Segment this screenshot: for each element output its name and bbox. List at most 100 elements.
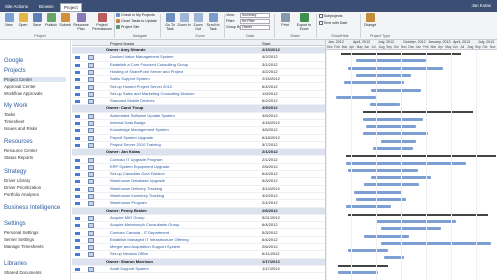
- change-button[interactable]: Change: [363, 13, 377, 27]
- sidebar-item-project-center[interactable]: Project Center: [3, 77, 66, 82]
- project-name[interactable]: ERP System Equipment Upgrade: [110, 164, 260, 171]
- sidebar-item-issues-risks[interactable]: Issues and Risks: [4, 126, 37, 131]
- zoom-out-button[interactable]: Zoom Out: [191, 13, 205, 31]
- table-row[interactable]: Set-up Nevada Office 6/11/2012: [72, 251, 325, 259]
- project-name[interactable]: Contoso IT Upgrade Program: [110, 157, 260, 164]
- project-name[interactable]: Internal Data Badge: [110, 120, 260, 127]
- print-button[interactable]: Print: [277, 13, 293, 27]
- close-tasks-button[interactable]: Close Tasks to Update: [116, 19, 157, 24]
- project-name[interactable]: Standard Mobile Devices: [110, 98, 260, 105]
- gantt-bar[interactable]: [381, 241, 491, 245]
- sidebar-business-intelligence[interactable]: Business Intelligence: [4, 205, 60, 211]
- project-name[interactable]: Set-up Canadian Govt Division: [110, 171, 260, 178]
- project-name[interactable]: Automated Software Update System: [110, 113, 260, 120]
- gantt-bar[interactable]: [348, 66, 443, 70]
- project-name[interactable]: Merger and Acquisition Support System: [110, 244, 260, 251]
- tab-site-actions[interactable]: Site Actions: [2, 3, 31, 12]
- owner-group-row[interactable]: Owner: Amy Strande 2/15/2012: [72, 47, 325, 55]
- table-row[interactable]: Establish a Core Focused Consulting Grou…: [72, 62, 325, 69]
- gantt-bar[interactable]: [373, 146, 413, 150]
- gantt-summary-bar[interactable]: [346, 155, 496, 158]
- gantt-bar[interactable]: [370, 103, 400, 107]
- owner-group-row[interactable]: Owner: Penny Brahm 2/6/2012: [72, 207, 325, 215]
- gantt-bar[interactable]: [348, 168, 418, 172]
- tab-browse[interactable]: Browse: [36, 3, 57, 12]
- table-row[interactable]: Set-up Canadian Govt Division 6/4/2012: [72, 171, 325, 179]
- table-row[interactable]: Project Server 2010 Training 5/7/2012: [72, 142, 325, 150]
- sidebar-projects[interactable]: Projects: [4, 68, 26, 74]
- sidebar-item-driver-prioritization[interactable]: Driver Prioritization: [4, 185, 41, 190]
- gantt-bar[interactable]: [364, 234, 409, 238]
- view-select[interactable]: Summary: [240, 13, 270, 18]
- column-project-name[interactable]: Project Name: [110, 41, 134, 46]
- sidebar-item-resource-center[interactable]: Resource Center: [4, 148, 37, 153]
- sidebar-libraries[interactable]: Libraries: [4, 261, 27, 267]
- project-name[interactable]: Hosting of SharePoint Server and Project: [110, 69, 260, 76]
- gantt-bar[interactable]: [356, 73, 411, 77]
- project-name[interactable]: Establish Managed IT Infrastructure Offe…: [110, 237, 260, 244]
- table-row[interactable]: Standard Mobile Devices 6/2/2012: [72, 98, 325, 106]
- sidebar-item-approval-center[interactable]: Approval Center: [4, 84, 36, 89]
- sidebar-settings[interactable]: Settings: [4, 221, 26, 227]
- gantt-bar[interactable]: [371, 88, 421, 92]
- check-in-projects-button[interactable]: Check in My Projects: [116, 13, 155, 18]
- gantt-bar[interactable]: [356, 59, 426, 63]
- project-name[interactable]: Set-up Sales and Marketing Consulting Di…: [110, 91, 260, 98]
- table-row[interactable]: Acquire MIO Group 5/21/2012: [72, 215, 325, 223]
- table-row[interactable]: Establish Managed IT Infrastructure Offe…: [72, 237, 325, 245]
- scroll-to-task-button[interactable]: Scroll to Task: [205, 13, 221, 31]
- new-button[interactable]: New: [2, 13, 16, 27]
- sidebar-item-status-reports[interactable]: Status Reports: [4, 155, 33, 160]
- sidebar-item-portfolio-analyses[interactable]: Portfolio Analyses: [4, 192, 39, 197]
- submit-button[interactable]: Submit: [58, 13, 72, 27]
- gantt-summary-bar[interactable]: [338, 264, 388, 267]
- sidebar-item-shared-documents[interactable]: Shared Documents: [4, 270, 42, 275]
- table-row[interactable]: Warehouse Inventory Tracking 4/2/2012: [72, 193, 325, 201]
- gantt-bar[interactable]: [336, 95, 376, 99]
- user-name[interactable]: Jan Kotas: [471, 3, 491, 8]
- table-row[interactable]: Warehouse Delivery Tracking 3/14/2012: [72, 186, 325, 193]
- resource-plan-button[interactable]: Resource Plan: [72, 13, 90, 31]
- gantt-bar[interactable]: [354, 190, 402, 194]
- subprojects-checkbox[interactable]: Subprojects: [319, 14, 342, 18]
- zoom-in-button[interactable]: Zoom In: [177, 13, 191, 27]
- project-name[interactable]: Contoso Canada - IT Department: [110, 230, 260, 237]
- gantt-bar[interactable]: [364, 183, 419, 187]
- gantt-bar[interactable]: [376, 219, 456, 223]
- export-excel-button[interactable]: Export to Excel: [295, 13, 313, 31]
- sidebar-item-driver-library[interactable]: Driver Library: [4, 178, 30, 183]
- project-name[interactable]: Warehouse Inventory Tracking: [110, 193, 260, 200]
- table-row[interactable]: Payroll System Upgrade 6/18/2012: [72, 135, 325, 142]
- go-to-task-button[interactable]: Go To Task: [163, 13, 177, 31]
- save-button[interactable]: Save: [30, 13, 44, 27]
- table-row[interactable]: Set-up Sales and Marketing Consulting Di…: [72, 91, 325, 99]
- project-name[interactable]: Project Server 2010 Training: [110, 142, 260, 149]
- gantt-bar[interactable]: [344, 81, 404, 85]
- project-name[interactable]: Docked Value Management System: [110, 54, 260, 61]
- sidebar-item-tasks[interactable]: Tasks: [4, 112, 15, 117]
- table-row[interactable]: Internal Data Badge 4/16/2012: [72, 120, 325, 128]
- gantt-bar[interactable]: [363, 117, 423, 121]
- group-by-select[interactable]: Owner: [240, 25, 270, 30]
- project-name[interactable]: Warehouse Delivery Tracking: [110, 186, 260, 193]
- sidebar-strategy[interactable]: Strategy: [4, 169, 26, 175]
- sidebar-item-workflow-approvals[interactable]: Workflow Approvals: [4, 91, 42, 96]
- table-row[interactable]: Sales Support System 2/15/2012: [72, 76, 325, 84]
- gantt-bar[interactable]: [346, 161, 466, 165]
- project-permissions-button[interactable]: Project Permissions: [92, 13, 112, 31]
- project-name[interactable]: Acquire MIO Group: [110, 215, 260, 222]
- owner-group-row[interactable]: Owner: Sharon Morrison 1/17/2012: [72, 258, 325, 266]
- table-row[interactable]: Warehouse Database Upgrade 5/3/2012: [72, 178, 325, 186]
- filter-select[interactable]: No Filter: [240, 19, 270, 24]
- table-row[interactable]: Audit Support System 1/17/2012: [72, 266, 325, 274]
- table-row[interactable]: Automated Software Update System 4/5/2012: [72, 113, 325, 120]
- gantt-bar[interactable]: [381, 227, 441, 231]
- table-row[interactable]: Contoso IT Upgrade Program 2/1/2012: [72, 157, 325, 164]
- table-row[interactable]: Docked Value Management System 4/2/2012: [72, 54, 325, 62]
- owner-group-row[interactable]: Owner: Jan Kotas 2/1/2012: [72, 149, 325, 157]
- column-start[interactable]: Start: [262, 41, 270, 46]
- gantt-bar[interactable]: [346, 205, 391, 209]
- sidebar-resources[interactable]: Resources: [4, 139, 33, 145]
- project-name[interactable]: Warehouse Database Upgrade: [110, 178, 260, 185]
- open-button[interactable]: Open: [16, 13, 30, 27]
